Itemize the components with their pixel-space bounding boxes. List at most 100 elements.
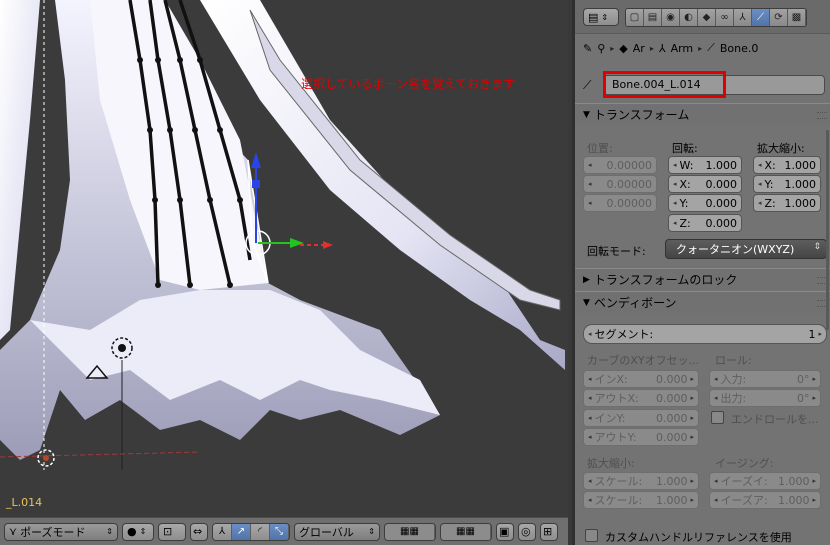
- triangle-right-icon: ▶: [583, 274, 590, 285]
- position-x-field[interactable]: ◂ 0.00000: [583, 156, 657, 174]
- layers-icon[interactable]: ▦▦: [385, 523, 435, 540]
- render-layers-icon[interactable]: ▤: [644, 9, 662, 26]
- section-title: トランスフォーム: [593, 108, 690, 122]
- section-title: ベンディボーン: [593, 296, 677, 310]
- curve-offset-label: カーブのXYオフセッ...: [587, 354, 700, 367]
- data-icon[interactable]: ⅄: [734, 9, 752, 26]
- breadcrumb: ✎ ⚲ ▸ ◆ Ar ▸ ⅄ Arm ▸ ⟋ Bone.0: [575, 34, 830, 62]
- custom-handle-label: カスタムハンドルリファレンスを使用: [605, 531, 792, 544]
- lock-toggle[interactable]: ▣: [496, 522, 514, 541]
- shading-icon: ●: [127, 525, 137, 538]
- roll-in-field[interactable]: ◂ 入力: 0° ▸: [709, 370, 821, 388]
- position-y-field[interactable]: ◂ 0.00000: [583, 175, 657, 193]
- rotation-z-field[interactable]: ◂ Z: 0.000: [668, 214, 742, 232]
- texture-icon[interactable]: ▩: [788, 9, 806, 26]
- layers-grid-2[interactable]: ▦▦: [440, 522, 492, 541]
- scale-x-field[interactable]: ◂ X: 1.000: [753, 156, 821, 174]
- properties-tabs: ▤ ⇕ ▢ ▤ ◉ ◐ ◆ ∞ ⅄ ⟋ ⟳ ▩: [575, 0, 830, 34]
- bone-icon: ⟋: [707, 41, 715, 54]
- object-icon: ◆: [619, 41, 628, 55]
- roll-label: ロール:: [715, 354, 752, 367]
- breadcrumb-armature[interactable]: Arm: [671, 42, 694, 55]
- rotation-y-field[interactable]: ◂ Y: 0.000: [668, 194, 742, 212]
- orientation-selector[interactable]: グローバル ⇕: [294, 522, 380, 541]
- triangle-down-icon: ▼: [583, 109, 590, 120]
- grip-icon[interactable]: [817, 112, 827, 119]
- panel-scrollbar[interactable]: [826, 130, 829, 330]
- shading-selector[interactable]: ● ⇕: [122, 522, 154, 541]
- constraints-icon[interactable]: ∞: [716, 9, 734, 26]
- end-roll-checkbox[interactable]: [711, 411, 724, 424]
- 3d-cursor-center: [43, 455, 49, 461]
- manipulator-icon[interactable]: ⅄: [213, 523, 232, 540]
- out-y-field[interactable]: ◂ アウトY: 0.000 ▸: [583, 428, 699, 446]
- breadcrumb-object[interactable]: Ar: [633, 42, 645, 55]
- scale-icon[interactable]: ⤡: [270, 523, 289, 540]
- armature-object-icon: ⚲: [597, 41, 606, 55]
- properties-panel: ▤ ⇕ ▢ ▤ ◉ ◐ ◆ ∞ ⅄ ⟋ ⟳ ▩ ✎ ⚲ ▸ ◆ Ar ▸ ⅄ A…: [572, 0, 830, 545]
- armature-icon: ⅄: [658, 41, 666, 55]
- rotate-icon[interactable]: ◜: [251, 523, 270, 540]
- bone-icon[interactable]: ⟋: [752, 9, 770, 26]
- out-x-field[interactable]: ◂ アウトX: 0.000 ▸: [583, 389, 699, 407]
- layers-icon[interactable]: ▦▦: [441, 523, 491, 540]
- rotation-mode-dropdown[interactable]: クォータニオン(WXYZ) ⇕: [665, 239, 827, 259]
- render-icon[interactable]: ▢: [626, 9, 644, 26]
- proportional-icon: ◎: [521, 525, 531, 538]
- scale-in-field[interactable]: ◂ スケール: 1.000 ▸: [583, 472, 699, 490]
- gizmo-z-arrow[interactable]: [251, 152, 261, 168]
- scale-z-field[interactable]: ◂ Z: 1.000: [753, 194, 821, 212]
- rotation-mode-value: クォータニオン(WXYZ): [676, 243, 795, 256]
- scene-icon[interactable]: ◉: [662, 9, 680, 26]
- 3d-viewport[interactable]: 選択しているボーン名を覚えておきます _L.014: [0, 0, 568, 517]
- proportional-toggle[interactable]: ◎: [518, 522, 536, 541]
- rotation-x-field[interactable]: ◂ X: 0.000: [668, 175, 742, 193]
- bone-constraint-icon[interactable]: ⟳: [770, 9, 788, 26]
- translate-icon[interactable]: ↗: [232, 523, 251, 540]
- gizmo-z-handle[interactable]: [252, 180, 260, 188]
- scale-label: 拡大縮小:: [757, 142, 805, 155]
- end-roll-label: エンドロールを...: [731, 413, 819, 426]
- pivot-selector[interactable]: ⊡: [158, 522, 186, 541]
- roll-out-field[interactable]: ◂ 出力: 0° ▸: [709, 389, 821, 407]
- ease-in-field[interactable]: ◂ イーズイ: 1.000 ▸: [709, 472, 821, 490]
- manipulator-group: ⅄ ↗ ◜ ⤡: [212, 522, 290, 541]
- gizmo-x-arrow[interactable]: [323, 241, 333, 249]
- editor-type-icon: ▤: [588, 10, 599, 24]
- bendy-bones-section-header[interactable]: ▼ ベンディボーン: [575, 291, 830, 313]
- active-bone-label: _L.014: [6, 496, 43, 509]
- lamp-center: [118, 344, 126, 352]
- mode-selector[interactable]: ⋎ ポーズモード ⇕: [4, 522, 118, 541]
- object-icon[interactable]: ◆: [698, 9, 716, 26]
- transform-section-header[interactable]: ▼ トランスフォーム: [575, 103, 830, 125]
- in-y-field[interactable]: ◂ インY: 0.000 ▸: [583, 409, 699, 427]
- snap-toggle[interactable]: ⇔: [190, 522, 208, 541]
- breadcrumb-bone[interactable]: Bone.0: [720, 42, 759, 55]
- snap-icon: ⇔: [193, 525, 203, 538]
- chevron-right-icon: ▸: [698, 43, 703, 53]
- custom-handle-checkbox[interactable]: [585, 529, 598, 542]
- chevron-right-icon: ▸: [610, 43, 615, 53]
- in-x-field[interactable]: ◂ インX: 0.000 ▸: [583, 370, 699, 388]
- highlight-box: [603, 71, 726, 98]
- world-icon[interactable]: ◐: [680, 9, 698, 26]
- rotation-w-field[interactable]: ◂ W: 1.000: [668, 156, 742, 174]
- context-tabs: ▢ ▤ ◉ ◐ ◆ ∞ ⅄ ⟋ ⟳ ▩: [625, 8, 807, 27]
- position-z-field[interactable]: ◂ 0.00000: [583, 194, 657, 212]
- mode-icon: ⋎: [9, 525, 18, 538]
- editor-type-selector[interactable]: ▤ ⇕: [583, 8, 619, 26]
- gizmo-y-arrow[interactable]: [290, 238, 304, 248]
- pivot-icon: ⊡: [163, 525, 173, 538]
- transform-lock-section-header[interactable]: ▶ トランスフォームのロック: [575, 268, 830, 290]
- segments-field[interactable]: ◂ セグメント: 1 ▸: [583, 324, 827, 344]
- updown-icon: ⇕: [368, 527, 375, 536]
- rotation-label: 回転:: [672, 142, 698, 155]
- scale-y-field[interactable]: ◂ Y: 1.000: [753, 175, 821, 193]
- updown-icon: ⇕: [106, 527, 113, 536]
- ease-out-field[interactable]: ◂ イーズア: 1.000 ▸: [709, 491, 821, 509]
- mesh-sleeve-left: [0, 0, 40, 340]
- pin-icon[interactable]: ✎: [583, 42, 592, 55]
- render-toggle[interactable]: ⊞: [540, 522, 558, 541]
- scale-out-field[interactable]: ◂ スケール: 1.000 ▸: [583, 491, 699, 509]
- layers-grid[interactable]: ▦▦: [384, 522, 436, 541]
